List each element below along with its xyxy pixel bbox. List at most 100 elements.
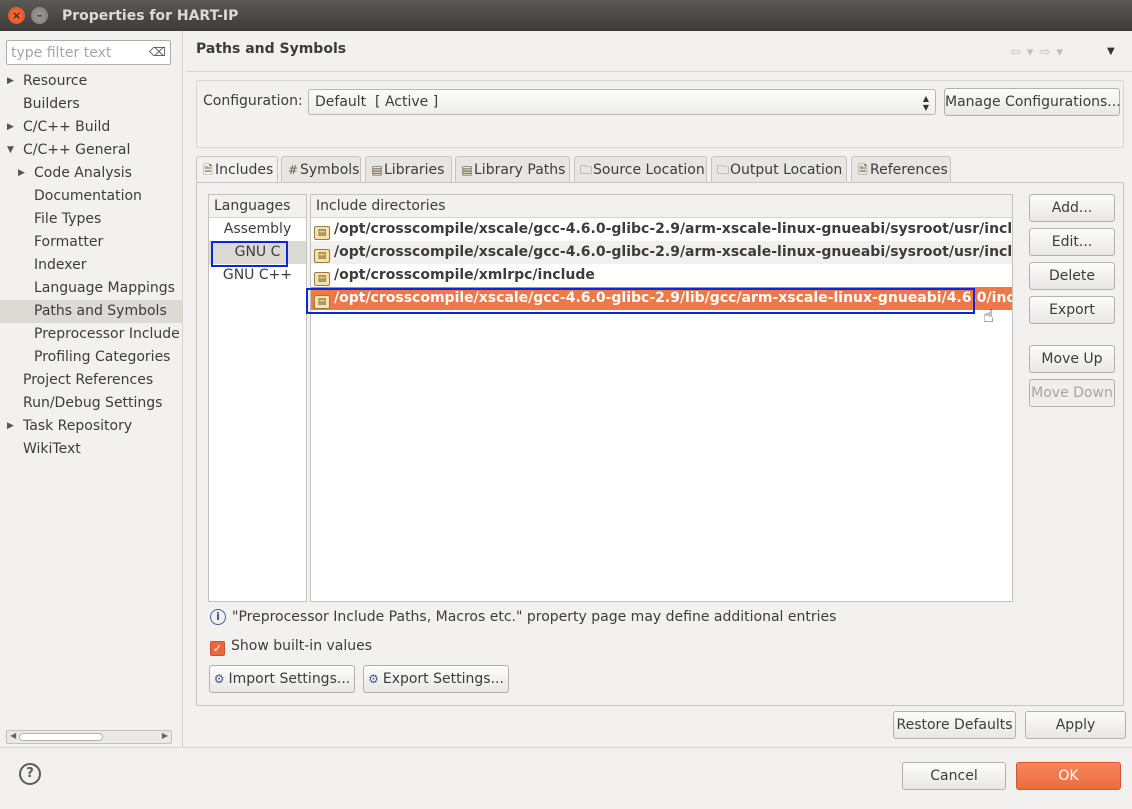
tree-item-label: Resource bbox=[23, 73, 88, 89]
scrollbar-thumb[interactable] bbox=[19, 733, 103, 741]
tree-item-label: WikiText bbox=[23, 441, 81, 457]
tree-item-task-repository[interactable]: ▶ Task Repository bbox=[0, 415, 182, 438]
collapsed-arrow-icon[interactable]: ▶ bbox=[7, 70, 14, 93]
include-path: /opt/crosscompile/xmlrpc/include bbox=[334, 267, 595, 283]
history-navigation: ⇦▾⇨▾ bbox=[1010, 45, 1069, 60]
tree-item-label: Project References bbox=[23, 372, 154, 388]
folder-icon: 🗀 bbox=[716, 163, 729, 177]
view-menu-icon[interactable]: ▼ bbox=[1107, 46, 1115, 57]
folder-icon: 🗀 bbox=[579, 163, 592, 177]
tree-item-project-references[interactable]: Project References bbox=[0, 369, 182, 392]
library-paths-icon: ▤ bbox=[461, 163, 473, 177]
divider bbox=[186, 71, 1132, 72]
tree-item-paths-and-symbols[interactable]: Paths and Symbols bbox=[0, 300, 182, 323]
forward-icon[interactable]: ⇨▾ bbox=[1039, 45, 1068, 60]
minimize-window-button[interactable]: – bbox=[31, 7, 48, 24]
tree-horizontal-scrollbar[interactable]: ◀ ▶ bbox=[6, 730, 172, 744]
tree-item-builders[interactable]: Builders bbox=[0, 93, 182, 116]
export-settings-button[interactable]: ⚙ Export Settings... bbox=[363, 665, 509, 693]
include-folder-icon: ▤ bbox=[314, 226, 330, 240]
add-button[interactable]: Add... bbox=[1029, 194, 1115, 222]
tree-item-run-debug-settings[interactable]: Run/Debug Settings bbox=[0, 392, 182, 415]
tree-item-c-c-general[interactable]: ▼ C/C++ General bbox=[0, 139, 182, 162]
include-folder-icon: ▤ bbox=[314, 272, 330, 286]
tree-item-label: Task Repository bbox=[23, 418, 133, 434]
tree-item-label: Preprocessor Include bbox=[34, 326, 180, 342]
collapsed-arrow-icon[interactable]: ▶ bbox=[18, 162, 25, 185]
filter-field[interactable]: ⌫ bbox=[6, 40, 171, 65]
tab-label: Source Location bbox=[593, 162, 705, 178]
tree-item-indexer[interactable]: Indexer bbox=[0, 254, 182, 277]
hash-icon: # bbox=[287, 163, 299, 177]
delete-button[interactable]: Delete bbox=[1029, 262, 1115, 290]
language-item[interactable]: Assembly bbox=[209, 218, 306, 241]
tab-label: Libraries bbox=[384, 162, 445, 178]
tree-item-label: Run/Debug Settings bbox=[23, 395, 163, 411]
cancel-button[interactable]: Cancel bbox=[902, 762, 1006, 790]
language-item[interactable]: GNU C++ bbox=[209, 264, 306, 287]
back-icon[interactable]: ⇦▾ bbox=[1010, 45, 1039, 60]
restore-defaults-button[interactable]: Restore Defaults bbox=[893, 711, 1016, 739]
help-icon[interactable]: ? bbox=[19, 763, 41, 785]
tree-item-c-c-build[interactable]: ▶ C/C++ Build bbox=[0, 116, 182, 139]
export-button[interactable]: Export bbox=[1029, 296, 1115, 324]
expanded-arrow-icon[interactable]: ▼ bbox=[7, 139, 14, 162]
move-down-button[interactable]: Move Down bbox=[1029, 379, 1115, 407]
tree-item-label: Language Mappings bbox=[34, 280, 175, 296]
tree-item-profiling-categories[interactable]: Profiling Categories bbox=[0, 346, 182, 369]
tree-item-code-analysis[interactable]: ▶ Code Analysis bbox=[0, 162, 182, 185]
table-row[interactable]: ▤ /opt/crosscompile/xscale/gcc-4.6.0-glib… bbox=[311, 218, 1012, 241]
tab-label: Includes bbox=[215, 162, 274, 178]
show-builtin-checkbox[interactable]: ✓ Show built-in values bbox=[210, 638, 372, 656]
tab-label: References bbox=[870, 162, 948, 178]
ok-button[interactable]: OK bbox=[1016, 762, 1121, 790]
page-title: Paths and Symbols bbox=[196, 41, 347, 57]
tree-item-resource[interactable]: ▶ Resource bbox=[0, 70, 182, 93]
tab-output-location[interactable]: 🗀Output Location bbox=[711, 156, 847, 183]
edit-button[interactable]: Edit... bbox=[1029, 228, 1115, 256]
scroll-right-icon[interactable]: ▶ bbox=[162, 731, 168, 740]
hand-cursor-icon: ☝ bbox=[983, 306, 994, 327]
tree-item-file-types[interactable]: File Types bbox=[0, 208, 182, 231]
tab-label: Library Paths bbox=[474, 162, 566, 178]
import-icon: ⚙ bbox=[213, 672, 225, 686]
tree-item-formatter[interactable]: Formatter bbox=[0, 231, 182, 254]
tab-libraries[interactable]: ▤Libraries bbox=[365, 156, 452, 183]
table-row[interactable]: ▤ /opt/crosscompile/xmlrpc/include bbox=[311, 264, 1012, 287]
tree-item-label: Profiling Categories bbox=[34, 349, 171, 365]
tab-source-location[interactable]: 🗀Source Location bbox=[574, 156, 707, 183]
collapsed-arrow-icon[interactable]: ▶ bbox=[7, 415, 14, 438]
checkbox-checked-icon[interactable]: ✓ bbox=[210, 641, 225, 656]
clear-icon[interactable]: ⌫ bbox=[149, 45, 166, 59]
includes-icon: 🗎 bbox=[203, 163, 213, 177]
property-tree: ▶ Resource Builders ▶ C/C++ Build ▼ C/C++ Gene… bbox=[0, 70, 182, 461]
apply-button[interactable]: Apply bbox=[1025, 711, 1126, 739]
move-up-button[interactable]: Move Up bbox=[1029, 345, 1115, 373]
include-path: /opt/crosscompile/xscale/gcc-4.6.0-glibc… bbox=[334, 221, 1013, 237]
divider bbox=[0, 747, 1132, 748]
close-window-button[interactable]: × bbox=[8, 7, 25, 24]
tree-item-wikitext[interactable]: WikiText bbox=[0, 438, 182, 461]
import-settings-label: Import Settings... bbox=[228, 671, 351, 687]
include-directories-header: Include directories bbox=[311, 195, 1012, 218]
filter-input[interactable] bbox=[7, 42, 145, 63]
tab-library-paths[interactable]: ▤Library Paths bbox=[455, 156, 570, 183]
manage-configurations-button[interactable]: Manage Configurations... bbox=[944, 88, 1121, 116]
tab-references[interactable]: 🗎 References bbox=[851, 156, 951, 183]
tab-symbols[interactable]: # Symbols bbox=[281, 156, 361, 183]
configuration-select[interactable]: Default [ Active ] ▲ ▼ bbox=[308, 89, 936, 115]
tree-item-documentation[interactable]: Documentation bbox=[0, 185, 182, 208]
tab-includes[interactable]: 🗎 Includes bbox=[196, 156, 278, 184]
tree-item-preprocessor-include[interactable]: Preprocessor Include bbox=[0, 323, 182, 346]
configuration-label: Configuration: bbox=[203, 93, 303, 109]
scroll-left-icon[interactable]: ◀ bbox=[10, 731, 16, 740]
table-row[interactable]: ▤ /opt/crosscompile/xscale/gcc-4.6.0-glib… bbox=[311, 241, 1012, 264]
collapsed-arrow-icon[interactable]: ▶ bbox=[7, 116, 14, 139]
tree-item-language-mappings[interactable]: Language Mappings bbox=[0, 277, 182, 300]
include-folder-icon: ▤ bbox=[314, 249, 330, 263]
import-settings-button[interactable]: ⚙ Import Settings... bbox=[209, 665, 355, 693]
tab-label: Output Location bbox=[730, 162, 843, 178]
tree-item-label: Builders bbox=[23, 96, 80, 112]
libraries-icon: ▤ bbox=[371, 163, 383, 177]
tree-item-label: C/C++ Build bbox=[23, 119, 111, 135]
